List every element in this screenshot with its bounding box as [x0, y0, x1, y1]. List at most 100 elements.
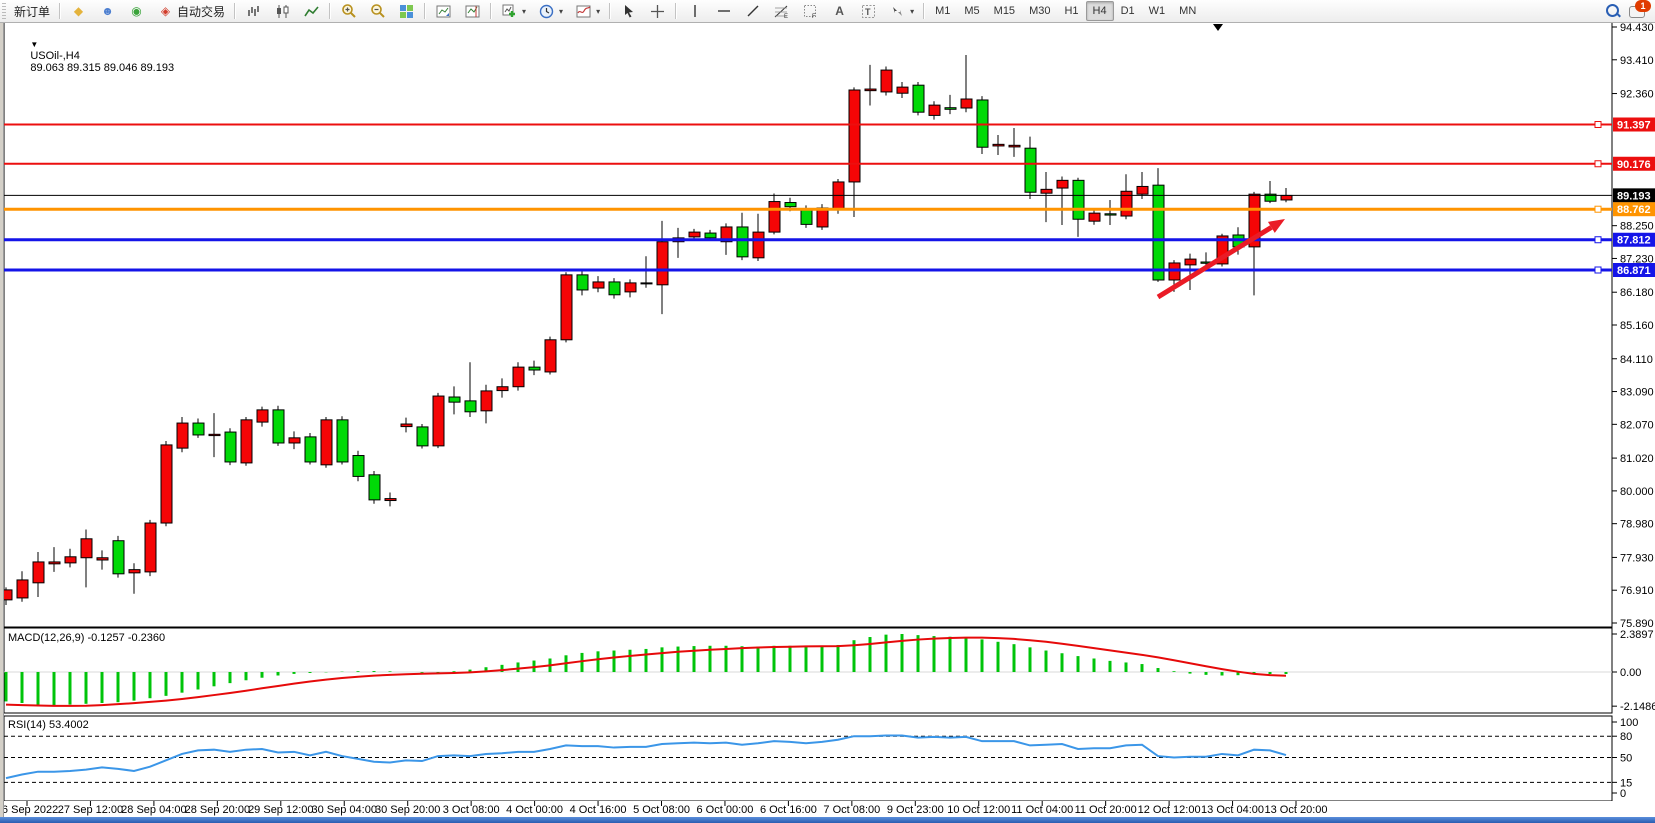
candle[interactable] [705, 233, 716, 238]
date-tick-label[interactable]: 29 Sep 12:00 [248, 804, 313, 816]
bar-chart-button[interactable] [239, 0, 268, 22]
candle[interactable] [225, 432, 236, 462]
candle[interactable] [641, 283, 652, 284]
timeframe-button-d1[interactable]: D1 [1114, 1, 1142, 21]
candle[interactable] [209, 434, 220, 435]
period-button[interactable]: ▾ [532, 0, 569, 22]
news-button[interactable]: ◉ [122, 0, 151, 22]
candle[interactable] [961, 99, 972, 108]
search-icon[interactable] [1605, 3, 1621, 19]
candle[interactable] [881, 70, 892, 92]
date-tick-label[interactable]: 12 Oct 12:00 [1138, 804, 1201, 816]
date-tick-label[interactable]: 4 Oct 16:00 [570, 804, 627, 816]
price-line-handle[interactable] [1595, 122, 1601, 128]
candle[interactable] [593, 282, 604, 288]
date-tick-label[interactable]: 30 Sep 04:00 [312, 804, 377, 816]
candle[interactable] [369, 475, 380, 500]
candle[interactable] [129, 570, 140, 573]
candle[interactable] [81, 539, 92, 558]
chat-icon[interactable]: 1 [1629, 3, 1649, 19]
timeframe-button-m5[interactable]: M5 [957, 1, 986, 21]
date-tick-label[interactable]: 5 Oct 08:00 [633, 804, 690, 816]
candle[interactable] [577, 275, 588, 290]
candle[interactable] [769, 202, 780, 233]
main-chart-panel[interactable] [4, 22, 1612, 627]
candle[interactable] [833, 182, 844, 210]
candle[interactable] [1137, 186, 1148, 194]
price-line-handle[interactable] [1595, 267, 1601, 273]
timeframe-button-w1[interactable]: W1 [1142, 1, 1173, 21]
candle[interactable] [1057, 180, 1068, 188]
arrows-tool-button[interactable]: ▾ [883, 0, 920, 22]
candle[interactable] [417, 427, 428, 446]
candle[interactable] [497, 387, 508, 391]
date-tick-label[interactable]: 6 Oct 00:00 [697, 804, 754, 816]
candle[interactable] [993, 144, 1004, 146]
candlestick-chart-button[interactable] [268, 0, 297, 22]
candle[interactable] [385, 499, 396, 501]
text-tool-button[interactable]: A [825, 0, 854, 22]
price-line-handle[interactable] [1595, 161, 1601, 167]
candle[interactable] [737, 227, 748, 257]
cursor-tool-button[interactable] [614, 0, 643, 22]
price-line-handle[interactable] [1595, 206, 1601, 212]
candle[interactable] [65, 557, 76, 563]
candle[interactable] [545, 340, 556, 372]
date-tick-label[interactable]: 6 Oct 16:00 [760, 804, 817, 816]
candle[interactable] [273, 410, 284, 443]
candle[interactable] [1281, 195, 1292, 200]
timeframe-button-m1[interactable]: M1 [928, 1, 957, 21]
charts-arrange-button[interactable] [429, 0, 458, 22]
candle[interactable] [465, 401, 476, 412]
candle[interactable] [33, 562, 44, 583]
candle[interactable] [689, 232, 700, 237]
crosshair-tool-button[interactable] [643, 0, 672, 22]
date-tick-label[interactable]: 26 Sep 2022 [0, 804, 58, 816]
date-tick-label[interactable]: 30 Sep 20:00 [375, 804, 440, 816]
candle[interactable] [193, 423, 204, 435]
timeframe-button-mn[interactable]: MN [1172, 1, 1203, 21]
candle[interactable] [609, 282, 620, 295]
candle[interactable] [865, 89, 876, 91]
date-tick-label[interactable]: 28 Sep 04:00 [121, 804, 186, 816]
candle[interactable] [1073, 180, 1084, 219]
auto-trading-button[interactable]: ◈ 自动交易 [151, 0, 231, 22]
candle[interactable] [849, 90, 860, 182]
metaeditor-button[interactable]: ◆ [64, 0, 93, 22]
date-tick-label[interactable]: 9 Oct 23:00 [887, 804, 944, 816]
candle[interactable] [657, 242, 668, 285]
tile-windows-button[interactable] [392, 0, 421, 22]
candle[interactable] [401, 424, 412, 427]
candle[interactable] [625, 283, 636, 292]
date-tick-label[interactable]: 7 Oct 08:00 [823, 804, 880, 816]
date-tick-label[interactable]: 27 Sep 12:00 [58, 804, 123, 816]
date-tick-label[interactable]: 4 Oct 00:00 [506, 804, 563, 816]
candle[interactable] [753, 232, 764, 258]
candle[interactable] [17, 580, 28, 598]
candle[interactable] [561, 275, 572, 340]
candle[interactable] [449, 397, 460, 402]
candle[interactable] [529, 367, 540, 370]
timeframe-button-m15[interactable]: M15 [987, 1, 1022, 21]
candle[interactable] [1041, 189, 1052, 193]
chart-shift-button[interactable] [458, 0, 487, 22]
candle[interactable] [433, 396, 444, 446]
candle[interactable] [1105, 214, 1116, 215]
candle[interactable] [145, 523, 156, 572]
candle[interactable] [1153, 185, 1164, 280]
timeframe-button-h1[interactable]: H1 [1057, 1, 1085, 21]
candle[interactable] [945, 108, 956, 110]
date-tick-label[interactable]: 11 Oct 20:00 [1075, 804, 1137, 816]
macd-panel[interactable] [4, 628, 1612, 713]
chart-canvas[interactable]: 94.43093.41092.36088.25087.23086.18085.1… [0, 0, 1655, 823]
candle[interactable] [817, 208, 828, 227]
line-chart-button[interactable] [297, 0, 326, 22]
candle[interactable] [321, 420, 332, 465]
horizontal-line-tool-button[interactable] [709, 0, 738, 22]
candle[interactable] [289, 438, 300, 443]
candle[interactable] [1185, 259, 1196, 265]
candle[interactable] [305, 437, 316, 462]
candle[interactable] [337, 420, 348, 462]
candle[interactable] [785, 203, 796, 207]
candle[interactable] [1009, 145, 1020, 147]
